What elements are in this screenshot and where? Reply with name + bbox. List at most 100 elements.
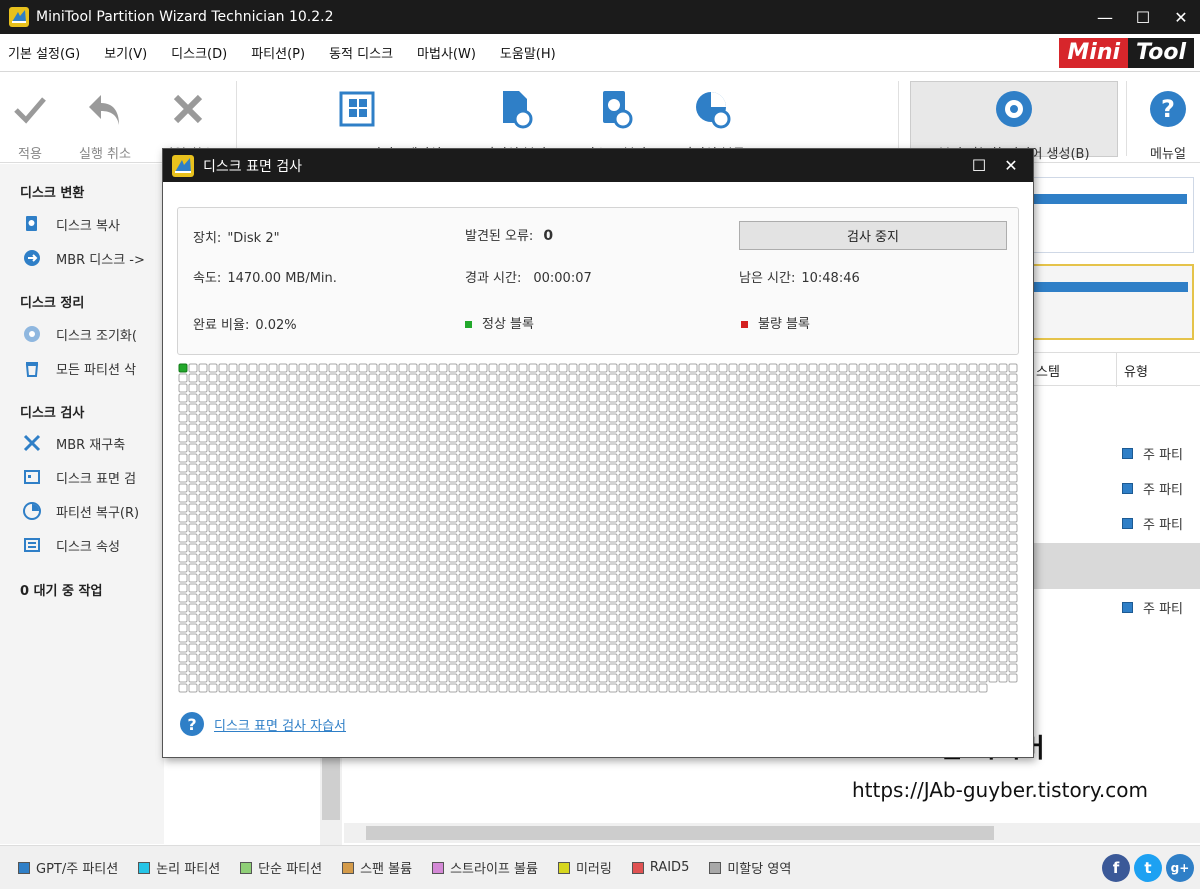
scan-block	[618, 613, 628, 623]
scan-block	[418, 383, 428, 393]
sidebar-item-delete-all-partitions[interactable]: 모든 파티션 삭	[22, 356, 136, 380]
scan-block	[748, 433, 758, 443]
scan-block	[248, 633, 258, 643]
sidebar-item-surface-test[interactable]: 디스크 표면 검	[22, 465, 136, 489]
scan-block	[628, 593, 638, 603]
scan-block	[228, 673, 238, 683]
scan-block	[488, 543, 498, 553]
scan-block	[438, 663, 448, 673]
scan-block	[588, 503, 598, 513]
scan-block	[418, 493, 428, 503]
dialog-close-button[interactable]: ✕	[995, 156, 1027, 175]
column-system[interactable]: 스템	[1036, 361, 1060, 380]
scan-block	[578, 543, 588, 553]
apply-button[interactable]: 적용	[6, 73, 54, 163]
menu-dynamic-disk[interactable]: 동적 디스크	[329, 43, 393, 62]
disk-card[interactable]	[1032, 177, 1194, 253]
scan-block	[378, 503, 388, 513]
scan-block	[618, 503, 628, 513]
scan-block	[548, 643, 558, 653]
sidebar-item-mbr-convert[interactable]: MBR 디스크 ->	[22, 246, 145, 270]
scan-block	[628, 433, 638, 443]
close-button[interactable]: ✕	[1162, 0, 1200, 34]
scan-block	[368, 473, 378, 483]
sidebar-item-partition-recovery[interactable]: 파티션 복구(R)	[22, 499, 139, 523]
scan-block	[908, 453, 918, 463]
scan-block	[1008, 433, 1018, 443]
scan-block	[308, 373, 318, 383]
table-row[interactable]: 주 파티	[1122, 598, 1183, 617]
menu-wizard[interactable]: 마법사(W)	[417, 43, 476, 62]
scan-block	[808, 513, 818, 523]
scan-block	[358, 623, 368, 633]
scan-block	[538, 433, 548, 443]
stop-scan-button[interactable]: 검사 중지	[739, 221, 1007, 250]
scan-block	[388, 423, 398, 433]
scan-block	[718, 483, 728, 493]
scan-block	[378, 463, 388, 473]
scan-block	[388, 413, 398, 423]
scan-block	[878, 563, 888, 573]
menu-settings[interactable]: 기본 설정(G)	[8, 43, 80, 62]
left-panel-scrollbar[interactable]	[320, 755, 342, 845]
wipe-disk-icon	[22, 324, 42, 344]
scan-block	[908, 543, 918, 553]
scan-block	[828, 563, 838, 573]
sidebar-item-copy-disk[interactable]: 디스크 복사	[22, 212, 120, 236]
horizontal-scrollbar[interactable]	[344, 823, 1200, 843]
menu-help[interactable]: 도움말(H)	[500, 43, 556, 62]
scan-block	[528, 623, 538, 633]
scan-block	[698, 453, 708, 463]
sidebar-item-disk-properties[interactable]: 디스크 속성	[22, 533, 120, 557]
app-logo-icon	[9, 7, 29, 27]
sidebar-item-wipe-disk[interactable]: 디스크 조기화(	[22, 322, 137, 346]
scan-block	[308, 543, 318, 553]
scan-block	[228, 443, 238, 453]
scan-block	[688, 473, 698, 483]
google-plus-icon[interactable]: g+	[1166, 854, 1194, 882]
help-icon[interactable]: ?	[180, 712, 204, 736]
scan-block	[848, 463, 858, 473]
table-row[interactable]: 주 파티	[1122, 444, 1183, 463]
scan-block	[588, 423, 598, 433]
scan-block	[818, 653, 828, 663]
dialog-maximize-button[interactable]: ☐	[963, 156, 995, 175]
minimize-button[interactable]: —	[1086, 0, 1124, 34]
undo-button[interactable]: 실행 취소	[66, 73, 144, 163]
twitter-icon[interactable]: t	[1134, 854, 1162, 882]
column-type[interactable]: 유형	[1124, 361, 1148, 380]
scan-block	[918, 523, 928, 533]
scan-block	[348, 673, 358, 683]
surface-test-tutorial-link[interactable]: 디스크 표면 검사 자습서	[214, 715, 346, 734]
scan-block	[918, 493, 928, 503]
table-row-selected[interactable]	[1032, 543, 1200, 589]
scan-block	[208, 443, 218, 453]
menu-disk[interactable]: 디스크(D)	[171, 43, 227, 62]
menu-partition[interactable]: 파티션(P)	[251, 43, 305, 62]
scan-block	[888, 403, 898, 413]
scan-block	[588, 383, 598, 393]
scan-block	[938, 443, 948, 453]
table-row[interactable]: 주 파티	[1122, 514, 1183, 533]
scan-block	[398, 433, 408, 443]
scan-block	[628, 393, 638, 403]
disk-card-selected[interactable]	[1032, 264, 1194, 340]
manual-button[interactable]: ? 메뉴얼	[1138, 73, 1198, 163]
scan-block	[288, 623, 298, 633]
scan-block	[608, 583, 618, 593]
sidebar-item-rebuild-mbr[interactable]: MBR 재구축	[22, 431, 125, 455]
scan-block	[268, 563, 278, 573]
scan-block	[508, 423, 518, 433]
table-row[interactable]: 주 파티	[1122, 479, 1183, 498]
scan-block	[978, 663, 988, 673]
scan-block	[328, 633, 338, 643]
scan-block	[258, 683, 268, 693]
scan-block	[998, 423, 1008, 433]
maximize-button[interactable]: ☐	[1124, 0, 1162, 34]
facebook-icon[interactable]: f	[1102, 854, 1130, 882]
scan-block	[1008, 633, 1018, 643]
menu-view[interactable]: 보기(V)	[104, 43, 147, 62]
scan-block	[998, 653, 1008, 663]
scan-block	[418, 463, 428, 473]
scan-block	[328, 653, 338, 663]
